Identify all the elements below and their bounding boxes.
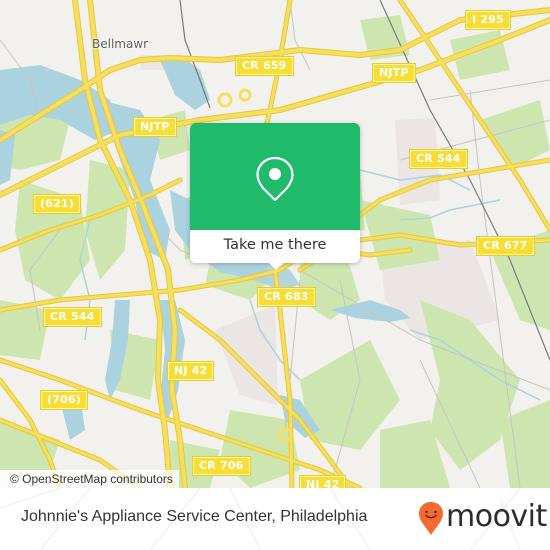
road-shield-cr683: CR 683 — [258, 288, 315, 306]
road-shield-621: (621) — [34, 195, 81, 213]
map-pin-icon — [256, 156, 294, 202]
map-view[interactable]: Bellmawr I 295 CR 659 NJTP NJTP CR 544 (… — [0, 0, 550, 488]
road-shield-i295: I 295 — [466, 11, 510, 29]
location-popup: Take me there — [190, 123, 360, 270]
map-attribution[interactable]: © OpenStreetMap contributors — [0, 470, 179, 488]
road-shield-cr544: CR 544 — [410, 150, 467, 168]
take-me-there-button[interactable]: Take me there — [190, 230, 360, 263]
road-shield-nj42: NJ 42 — [300, 476, 346, 488]
moovit-pin-smile-icon — [419, 502, 443, 535]
popup-pointer — [268, 262, 284, 270]
road-shield-cr659: CR 659 — [236, 57, 293, 75]
road-shield-cr677: CR 677 — [477, 237, 534, 255]
road-shield-njtp: NJTP — [134, 118, 176, 136]
place-title: Johnnie's Appliance Service Center, Phil… — [21, 508, 368, 525]
popup-header — [190, 123, 360, 230]
moovit-wordmark: moovit — [446, 499, 547, 534]
road-shield-njtp: NJTP — [373, 64, 415, 82]
road-shield-nj42: NJ 42 — [168, 362, 214, 380]
footer-bar: Johnnie's Appliance Service Center, Phil… — [0, 488, 550, 550]
road-shield-cr706: CR 706 — [193, 457, 250, 475]
place-label-bellmawr: Bellmawr — [92, 37, 149, 51]
road-shield-706: (706) — [41, 391, 88, 409]
road-shield-cr544: CR 544 — [44, 308, 101, 326]
